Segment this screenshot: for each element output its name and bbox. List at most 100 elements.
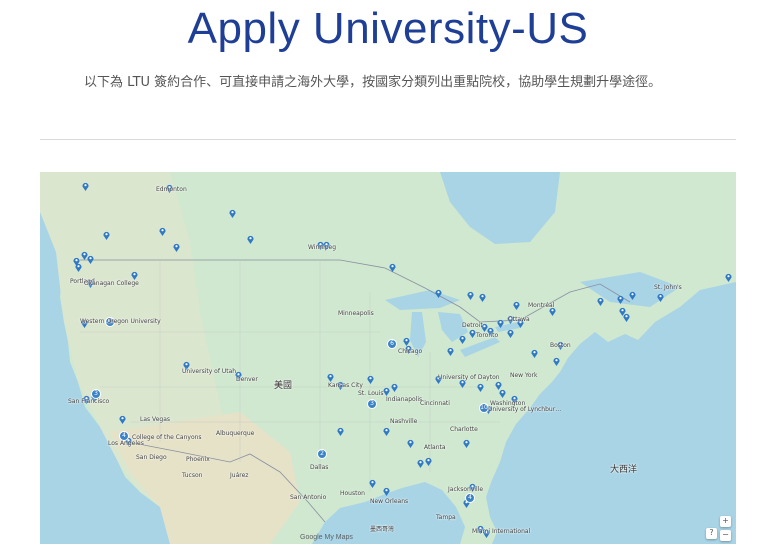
label-lynchburg: University of Lynchbur… [488,406,562,413]
label-salt-lake: University of Utah [182,368,237,375]
map-pin-icon[interactable] [463,433,470,448]
map-pin-icon[interactable] [75,257,82,272]
map-pin-icon[interactable] [447,341,454,356]
map-pin-icon[interactable] [623,307,630,322]
map-pin-icon[interactable] [531,343,538,358]
map-cluster-marker[interactable]: 6 [387,339,397,349]
map-pin-icon[interactable] [511,389,518,404]
map-pin-icon[interactable] [459,329,466,344]
map-pin-icon[interactable] [173,237,180,252]
label-chicago: Chicago [398,348,423,355]
map-pin-icon[interactable] [435,283,442,298]
label-boston: Boston [550,342,571,349]
label-edmonton: Edmonton [156,186,187,193]
label-charlotte: Charlotte [450,426,478,433]
map-pin-icon[interactable] [82,176,89,191]
label-san-antonio: San Antonio [290,494,327,501]
map-pin-icon[interactable] [405,339,412,354]
map-attribution: Google My Maps [300,534,353,541]
label-san-francisco: San Francisco [68,398,110,405]
map-pin-icon[interactable] [119,409,126,424]
label-st-johns: St. John's [654,284,682,291]
label-albuquerque: Albuquerque [216,430,255,437]
label-winnipeg: Winnipeg [308,244,337,251]
map-pin-icon[interactable] [247,229,254,244]
university-map[interactable]: 21 3 4 2 6 3 10 4 Edmonton Winnipeg Minneapolis… [40,172,736,544]
label-ottawa: Ottawa [508,316,530,323]
map-pin-icon[interactable] [617,289,624,304]
map-pin-icon[interactable] [383,381,390,396]
map-pin-icon[interactable] [83,389,90,404]
map-cluster-marker[interactable]: 3 [367,399,377,409]
label-usa: 美國 [274,381,293,391]
map-pin-icon[interactable] [553,351,560,366]
map-pin-icon[interactable] [87,249,94,264]
map-pin-icon[interactable] [479,287,486,302]
map-cluster-marker[interactable]: 2 [317,449,327,459]
help-button[interactable]: ? [706,528,717,539]
map-pin-icon[interactable] [513,295,520,310]
label-dallas: Dallas [310,464,329,471]
label-cincinnati: Cincinnati [420,400,450,407]
map-pin-icon[interactable] [417,453,424,468]
label-st-louis: St. Louis [358,390,384,397]
map-pin-icon[interactable] [103,225,110,240]
map-pin-icon[interactable] [183,355,190,370]
label-san-diego: San Diego [136,454,167,461]
label-jacksonville: Jacksonville [448,486,484,493]
map-pin-icon[interactable] [229,203,236,218]
map-pin-icon[interactable] [507,323,514,338]
map-pin-icon[interactable] [469,477,476,492]
map-pin-icon[interactable] [597,291,604,306]
map-pin-icon[interactable] [327,367,334,382]
label-kansas-city: Kansas City [328,382,363,389]
map-pin-icon[interactable] [425,451,432,466]
map-pin-icon[interactable] [497,313,504,328]
label-juarez: Juárez [230,472,249,479]
label-miami: Miami International [472,528,531,535]
label-oregon: Western Oregon University [80,318,161,325]
label-college-canyons: College of the Canyons [132,434,202,441]
map-pin-icon[interactable] [499,383,506,398]
label-dayton: University of Dayton [438,374,500,381]
page-title: Apply University-US [187,4,589,53]
map-cluster-marker[interactable]: 4 [465,493,475,503]
map-pin-icon[interactable] [159,221,166,236]
label-nashville: Nashville [390,418,418,425]
label-minneapolis: Minneapolis [338,310,374,317]
label-phoenix: Phoenix [186,456,210,463]
map-pin-icon[interactable] [367,369,374,384]
map-pin-icon[interactable] [725,267,732,282]
label-indianapolis: Indianapolis [386,396,423,403]
label-tucson: Tucson [182,472,203,479]
zoom-in-button[interactable]: + [720,516,731,527]
label-new-orleans: New Orleans [370,498,409,505]
map-pin-icon[interactable] [131,265,138,280]
map-pin-icon[interactable] [629,285,636,300]
label-new-york: New York [510,372,538,379]
label-atlanta: Atlanta [424,444,446,451]
map-pin-icon[interactable] [383,481,390,496]
label-los-angeles: Los Angeles [108,440,144,447]
intro-text: 以下為 LTU 簽約合作、可直接申請之海外大學，按國家分類列出重點院校，協助學生… [84,75,662,90]
map-pin-icon[interactable] [323,235,330,250]
map-pin-icon[interactable] [467,285,474,300]
label-tampa: Tampa [436,514,456,521]
label-toronto: Toronto [476,332,499,339]
zoom-out-button[interactable]: − [720,530,731,541]
label-gulf: 墨西哥灣 [370,526,395,533]
label-kelowna: Okanagan College [84,280,139,287]
label-las-vegas: Las Vegas [140,416,170,423]
map-pin-icon[interactable] [391,377,398,392]
map-pin-icon[interactable] [407,433,414,448]
divider [40,139,736,140]
label-atlantic: 大西洋 [610,465,638,475]
map-pin-icon[interactable] [389,257,396,272]
label-denver: Denver [236,376,258,383]
map-pin-icon[interactable] [383,421,390,436]
label-montreal: Montréal [528,302,555,309]
label-houston: Houston [340,490,365,497]
map-pin-icon[interactable] [369,473,376,488]
map-pin-icon[interactable] [487,321,494,336]
map-pin-icon[interactable] [337,421,344,436]
